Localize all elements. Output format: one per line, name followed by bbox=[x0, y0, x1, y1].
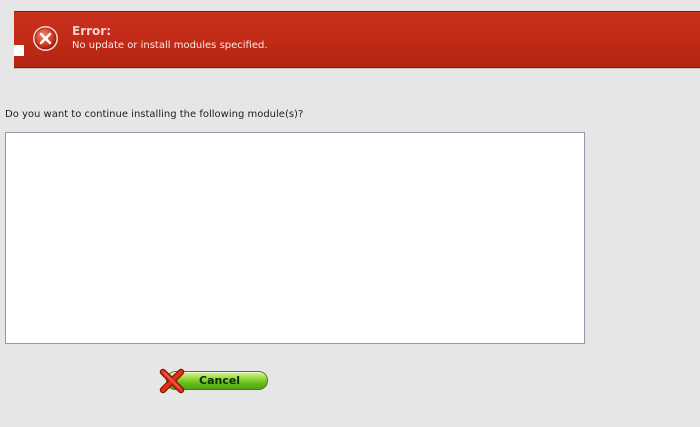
error-x-circle-icon bbox=[33, 26, 58, 51]
error-banner: Error: No update or install modules spec… bbox=[14, 11, 700, 68]
error-title: Error: bbox=[72, 24, 111, 38]
install-prompt: Do you want to continue installing the f… bbox=[5, 109, 304, 120]
module-list[interactable] bbox=[5, 132, 585, 344]
banner-notch bbox=[14, 45, 24, 56]
cancel-button[interactable]: Cancel bbox=[158, 368, 270, 394]
red-x-icon bbox=[159, 368, 185, 394]
error-message: No update or install modules specified. bbox=[72, 40, 268, 51]
cancel-button-label: Cancel bbox=[199, 374, 241, 387]
